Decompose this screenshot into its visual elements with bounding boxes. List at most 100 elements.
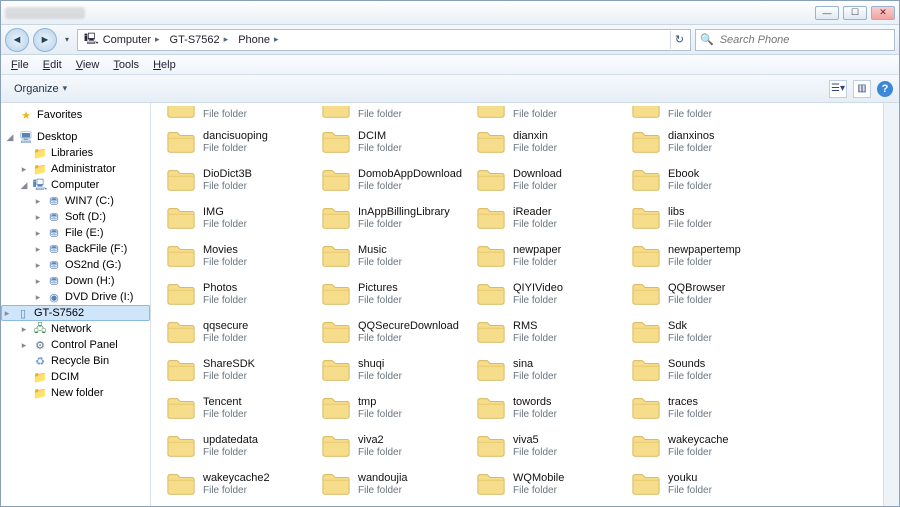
expand-icon[interactable]: ▸	[33, 196, 43, 207]
folder-item[interactable]: File folder	[161, 106, 316, 122]
tree-item[interactable]: 📁New folder	[1, 385, 150, 401]
folder-item[interactable]: dianxinosFile folder	[626, 124, 781, 160]
folder-item[interactable]: IMGFile folder	[161, 200, 316, 236]
tree-item[interactable]: ◢🖳Computer	[1, 177, 150, 193]
folder-item[interactable]: File folder	[471, 106, 626, 122]
expand-icon[interactable]: ▸	[33, 292, 43, 303]
tree-desktop[interactable]: ◢🖥Desktop	[1, 129, 150, 145]
menu-tools[interactable]: Tools	[107, 57, 145, 73]
tree-favorites[interactable]: ★Favorites	[1, 107, 150, 123]
folder-item[interactable]: EbookFile folder	[626, 162, 781, 198]
search-box[interactable]: 🔍	[695, 29, 895, 51]
folder-item[interactable]: wakeycache2File folder	[161, 466, 316, 502]
folder-item[interactable]: SdkFile folder	[626, 314, 781, 350]
expand-icon[interactable]: ▸	[19, 164, 29, 175]
folder-item[interactable]: tracesFile folder	[626, 390, 781, 426]
back-button[interactable]: ◄	[5, 28, 29, 52]
tree-item[interactable]: ▸⛃File (E:)	[1, 225, 150, 241]
folder-item[interactable]: QQSecureDownloadFile folder	[316, 314, 471, 350]
refresh-button[interactable]: ↻	[670, 31, 688, 49]
expand-icon[interactable]: ▸	[2, 308, 12, 319]
search-input[interactable]	[718, 33, 890, 47]
tree-item[interactable]: ▸📁Administrator	[1, 161, 150, 177]
folder-item[interactable]: PhotosFile folder	[161, 276, 316, 312]
expand-icon[interactable]: ◢	[5, 132, 15, 143]
expand-icon[interactable]: ▸	[33, 260, 43, 271]
file-item[interactable]: com.autonavi.minimap_0.logText Document0…	[626, 504, 781, 506]
tree-item[interactable]: 📁Libraries	[1, 145, 150, 161]
folder-item[interactable]: TencentFile folder	[161, 390, 316, 426]
tree-item[interactable]: ▸⛃Down (H:)	[1, 273, 150, 289]
tree-item[interactable]: ▸🖧Network	[1, 321, 150, 337]
expand-icon[interactable]: ▸	[19, 340, 29, 351]
tree-item[interactable]: ♻Recycle Bin	[1, 353, 150, 369]
address-bar[interactable]: 🖳Computer▸GT-S7562▸Phone▸ ↻	[77, 29, 691, 51]
menu-view[interactable]: View	[70, 57, 106, 73]
folder-item[interactable]: viva2File folder	[316, 428, 471, 464]
folder-item[interactable]: File folder	[316, 106, 471, 122]
menu-edit[interactable]: Edit	[37, 57, 68, 73]
file-item[interactable]: AndroidPhotoBackup.logText Document420 b…	[471, 504, 626, 506]
chevron-right-icon[interactable]: ▸	[155, 34, 160, 45]
expand-icon[interactable]: ◢	[19, 180, 29, 191]
folder-item[interactable]: wandoujiaFile folder	[316, 466, 471, 502]
folder-item[interactable]: sinaFile folder	[471, 352, 626, 388]
file-item[interactable]: 00002.vcfVCard file8.42 KB	[316, 504, 471, 506]
tree-item[interactable]: ▸⚙Control Panel	[1, 337, 150, 353]
maximize-button[interactable]: ☐	[843, 6, 867, 20]
tree-item[interactable]: 📁DCIM	[1, 369, 150, 385]
folder-item[interactable]: PicturesFile folder	[316, 276, 471, 312]
menu-file[interactable]: File	[5, 57, 35, 73]
tree-item[interactable]: ▸⛃Soft (D:)	[1, 209, 150, 225]
folder-item[interactable]: shuqiFile folder	[316, 352, 471, 388]
folder-item[interactable]: updatedataFile folder	[161, 428, 316, 464]
folder-item[interactable]: wakeycacheFile folder	[626, 428, 781, 464]
breadcrumb-segment[interactable]: GT-S7562▸	[166, 30, 233, 50]
folder-item[interactable]: SoundsFile folder	[626, 352, 781, 388]
tree-item[interactable]: ▸◉DVD Drive (I:)	[1, 289, 150, 305]
tree-item[interactable]: ▸⛃OS2nd (G:)	[1, 257, 150, 273]
chevron-right-icon[interactable]: ▸	[224, 34, 229, 45]
folder-item[interactable]: iReaderFile folder	[471, 200, 626, 236]
tree-item[interactable]: ▸▯GT-S7562	[1, 305, 150, 321]
folder-item[interactable]: DownloadFile folder	[471, 162, 626, 198]
folder-item[interactable]: towordsFile folder	[471, 390, 626, 426]
folder-item[interactable]: dianxinFile folder	[471, 124, 626, 160]
expand-icon[interactable]: ▸	[33, 276, 43, 287]
folder-item[interactable]: newpapertempFile folder	[626, 238, 781, 274]
folder-item[interactable]: QIYIVideoFile folder	[471, 276, 626, 312]
folder-item[interactable]: QQBrowserFile folder	[626, 276, 781, 312]
folder-item[interactable]: DioDict3BFile folder	[161, 162, 316, 198]
change-view-button[interactable]: ☰▾	[829, 80, 847, 98]
breadcrumb-segment[interactable]: Phone▸	[234, 30, 282, 50]
forward-button[interactable]: ►	[33, 28, 57, 52]
folder-item[interactable]: File folder	[626, 106, 781, 122]
navigation-pane[interactable]: ★Favorites ◢🖥Desktop📁Libraries▸📁Administr…	[1, 103, 151, 506]
minimize-button[interactable]: —	[815, 6, 839, 20]
folder-item[interactable]: InAppBillingLibraryFile folder	[316, 200, 471, 236]
tree-item[interactable]: ▸⛃WIN7 (C:)	[1, 193, 150, 209]
breadcrumb-segment[interactable]: 🖳Computer▸	[80, 30, 164, 50]
menu-help[interactable]: Help	[147, 57, 182, 73]
folder-item[interactable]: ShareSDKFile folder	[161, 352, 316, 388]
folder-item[interactable]: qqsecureFile folder	[161, 314, 316, 350]
folder-item[interactable]: MoviesFile folder	[161, 238, 316, 274]
folder-item[interactable]: libsFile folder	[626, 200, 781, 236]
close-button[interactable]: ✕	[871, 6, 895, 20]
folder-item[interactable]: WQMobileFile folder	[471, 466, 626, 502]
folder-item[interactable]: dancisuopingFile folder	[161, 124, 316, 160]
folder-item[interactable]: youkuFile folder	[626, 466, 781, 502]
chevron-right-icon[interactable]: ▸	[274, 34, 279, 45]
expand-icon[interactable]: ▸	[33, 244, 43, 255]
help-button[interactable]: ?	[877, 81, 893, 97]
expand-icon[interactable]: ▸	[19, 324, 29, 335]
expand-icon[interactable]: ▸	[33, 228, 43, 239]
folder-item[interactable]: viva5File folder	[471, 428, 626, 464]
vertical-scrollbar[interactable]	[883, 103, 899, 506]
expand-icon[interactable]: ▸	[33, 212, 43, 223]
organize-menu[interactable]: Organize ▾	[7, 80, 74, 98]
file-item[interactable]: 00001.vcfVCard file82.0 KB	[161, 504, 316, 506]
history-dropdown[interactable]: ▾	[61, 28, 73, 52]
folder-item[interactable]: DomobAppDownloadFile folder	[316, 162, 471, 198]
folder-item[interactable]: newpaperFile folder	[471, 238, 626, 274]
